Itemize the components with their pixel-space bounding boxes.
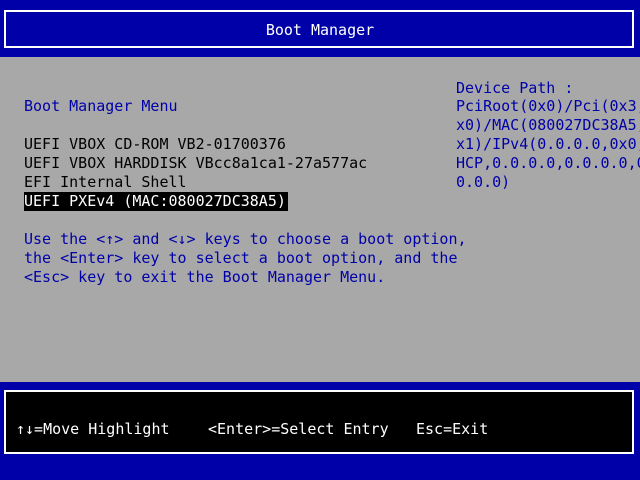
help-text-line-2: the <Enter> key to select a boot option,…	[24, 249, 458, 267]
footer-exit-hint: Esc=Exit	[416, 420, 489, 438]
page-title: Boot Manager	[265, 21, 375, 39]
footer-move-hint: ↑↓=Move Highlight	[16, 420, 170, 438]
device-path-line: x1)/IPv4(0.0.0.0,0x0,D	[456, 135, 640, 153]
device-path-line: 0.0.0)	[456, 173, 511, 191]
boot-option-efi-shell[interactable]: EFI Internal Shell	[24, 173, 187, 192]
boot-option-cdrom[interactable]: UEFI VBOX CD-ROM VB2-01700376	[24, 135, 286, 154]
device-path-line: HCP,0.0.0.0,0.0.0.0,0.	[456, 154, 640, 172]
help-text-line-3: <Esc> key to exit the Boot Manager Menu.	[24, 268, 386, 286]
device-path-label: Device Path :	[456, 79, 574, 97]
boot-manager-screen: Boot Manager Boot Manager Menu UEFI VBOX…	[0, 0, 640, 480]
menu-title: Boot Manager Menu	[24, 97, 178, 115]
device-path-line: PciRoot(0x0)/Pci(0x3,0	[456, 97, 640, 115]
boot-option-harddisk[interactable]: UEFI VBOX HARDDISK VBcc8a1ca1-27a577ac	[24, 154, 367, 173]
device-path-line: x0)/MAC(080027DC38A5,0	[456, 116, 640, 134]
boot-option-pxe[interactable]: UEFI PXEv4 (MAC:080027DC38A5)	[24, 192, 288, 211]
footer-bar: ↑↓=Move Highlight <Enter>=Select Entry E…	[0, 382, 640, 480]
main-panel: Boot Manager Menu UEFI VBOX CD-ROM VB2-0…	[0, 57, 640, 382]
footer-select-hint: <Enter>=Select Entry	[208, 420, 389, 438]
help-text-line-1: Use the <↑> and <↓> keys to choose a boo…	[24, 230, 467, 248]
header-bar: Boot Manager	[0, 0, 640, 57]
